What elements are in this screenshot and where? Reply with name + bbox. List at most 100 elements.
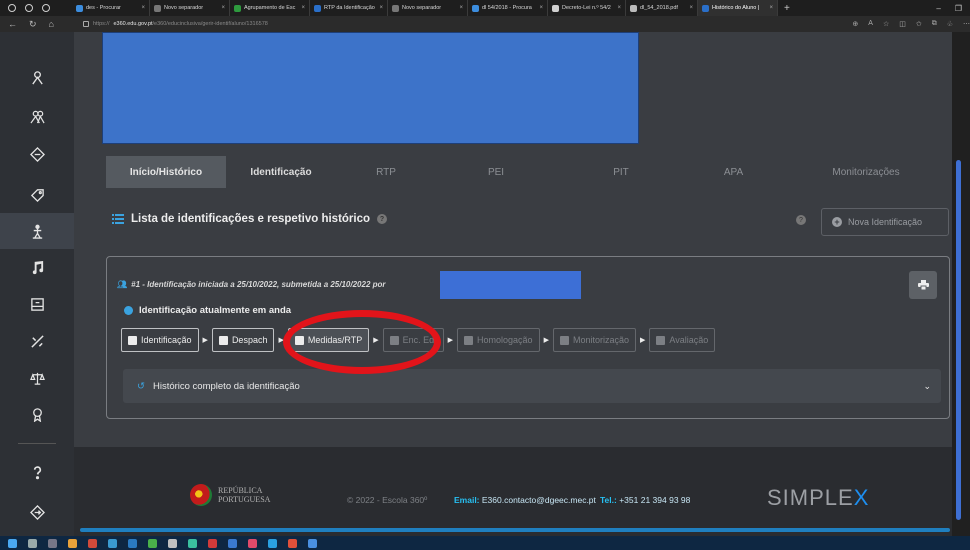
extensions-icon[interactable]: ♧ — [947, 20, 953, 28]
read-aloud-icon[interactable]: A — [868, 20, 873, 28]
browser-tab[interactable]: Novo separador × — [150, 0, 230, 16]
help-icon[interactable]: ? — [377, 214, 388, 224]
horizontal-scrollbar[interactable] — [80, 528, 950, 532]
sidebar-user-icon[interactable] — [0, 59, 74, 95]
tab-rtp[interactable]: RTP — [336, 156, 436, 188]
browser-tab[interactable]: Novo separador × — [388, 0, 468, 16]
print-icon — [917, 280, 929, 290]
step-avalia-o-button: Avaliação — [649, 328, 716, 352]
sidebar-music-icon[interactable] — [0, 249, 74, 285]
app-icon-4[interactable] — [128, 538, 137, 548]
favorites-icon[interactable]: ✩ — [916, 20, 922, 28]
tab-apa[interactable]: APA — [686, 156, 781, 188]
restore-icon[interactable]: ❐ — [955, 4, 962, 13]
window-controls: – ❐ — [936, 4, 970, 13]
close-tab-icon[interactable]: × — [379, 5, 383, 11]
app-icon-8[interactable] — [208, 538, 217, 548]
minimize-icon[interactable]: – — [936, 4, 940, 13]
browser-tab[interactable]: RTP da Identificação × — [310, 0, 388, 16]
app-icon-7[interactable] — [188, 538, 197, 548]
workspaces-icon[interactable] — [25, 4, 33, 12]
clock-icon — [124, 306, 133, 315]
app-icon-1[interactable] — [68, 538, 77, 548]
sidebar-help-icon[interactable] — [0, 454, 74, 490]
new-tab-button[interactable]: + — [778, 3, 796, 14]
help-icon-secondary[interactable]: ? — [796, 215, 806, 225]
app-icon-13[interactable] — [308, 538, 317, 548]
tab-in-cio-hist-rico[interactable]: Início/Histórico — [106, 156, 226, 188]
tab-actions-icon[interactable] — [42, 4, 50, 12]
browser-tab[interactable]: Decreto-Lei n.º 54/2 × — [548, 0, 626, 16]
status-text: Identificação atualmente em anda — [139, 305, 292, 316]
sidebar-tag-icon[interactable] — [0, 176, 74, 212]
close-tab-icon[interactable]: × — [617, 5, 621, 11]
browser-tab[interactable]: dl 54/2018 - Procura × — [468, 0, 548, 16]
app-icon-5[interactable] — [148, 538, 157, 548]
app-sidebar — [0, 32, 74, 536]
collections-icon[interactable]: ⧉ — [932, 20, 937, 28]
app-icon-9[interactable] — [228, 538, 237, 548]
split-screen-icon[interactable]: ◫ — [899, 20, 906, 28]
sidebar-logout-icon[interactable] — [0, 494, 74, 530]
browser-tab-label: des - Procurar — [86, 5, 121, 11]
close-tab-icon[interactable]: × — [539, 5, 543, 11]
step-identifica-o-button[interactable]: Identificação — [121, 328, 199, 352]
history-accordion[interactable]: ↺ Histórico completo da identificação ⌄ — [123, 369, 941, 403]
browser-tab[interactable]: Histórico do Aluno | × — [698, 0, 778, 16]
browser-tabs: des - Procurar × Novo separador × Agrupament… — [72, 0, 778, 16]
tab-pit[interactable]: PIT — [556, 156, 686, 188]
browser-tab-label: dl_54_2018.pdf — [640, 5, 678, 11]
profile-icon[interactable] — [8, 4, 16, 12]
close-tab-icon[interactable]: × — [221, 5, 225, 11]
browser-tab-label: Agrupamento de Esc — [244, 5, 296, 11]
browser-tab[interactable]: Agrupamento de Esc × — [230, 0, 310, 16]
start-icon[interactable] — [8, 538, 17, 548]
print-button[interactable] — [909, 271, 937, 299]
window-icons — [0, 4, 72, 12]
tab-monitoriza-es[interactable]: Monitorizações — [781, 156, 951, 188]
browser-tab[interactable]: des - Procurar × — [72, 0, 150, 16]
browser-tab[interactable]: dl_54_2018.pdf × — [626, 0, 698, 16]
new-identification-button[interactable]: + Nova Identificação — [821, 208, 949, 236]
app-icon-11[interactable] — [268, 538, 277, 548]
close-tab-icon[interactable]: × — [141, 5, 145, 11]
close-tab-icon[interactable]: × — [769, 5, 773, 11]
sidebar-balance-icon[interactable] — [0, 360, 74, 396]
close-tab-icon[interactable]: × — [301, 5, 305, 11]
app-icon-12[interactable] — [288, 538, 297, 548]
sidebar-diamond-icon[interactable] — [0, 136, 74, 172]
sidebar-users-icon[interactable] — [0, 98, 74, 134]
step-arrow-icon: ▶ — [202, 337, 208, 344]
vertical-scrollbar[interactable] — [956, 160, 961, 520]
sidebar-award-icon[interactable] — [0, 396, 74, 432]
url-path: /e360/educinclusiva/gerir-identif/aluno/… — [152, 21, 268, 27]
more-icon[interactable]: ⋯ — [963, 20, 970, 28]
favorite-star-icon[interactable]: ☆ — [883, 20, 889, 28]
app-icon-2[interactable] — [88, 538, 97, 548]
back-icon[interactable]: ← — [8, 19, 17, 30]
app-icon-3[interactable] — [108, 538, 117, 548]
app-icon-6[interactable] — [168, 538, 177, 548]
sidebar-tools-icon[interactable] — [0, 323, 74, 359]
tab-pei[interactable]: PEI — [436, 156, 556, 188]
zoom-icon[interactable]: ⊕ — [852, 20, 858, 28]
step-arrow-icon: ▶ — [447, 337, 454, 344]
close-tab-icon[interactable]: × — [689, 5, 693, 11]
nav-buttons: ← ↻ ⌂ — [0, 19, 83, 30]
step-despach-button[interactable]: Despach — [211, 328, 275, 352]
home-icon[interactable]: ⌂ — [49, 19, 54, 30]
reload-icon[interactable]: ↻ — [29, 19, 37, 30]
sidebar-inclusive-education-icon[interactable] — [0, 213, 74, 249]
republica-line1: REPÚBLICA — [218, 486, 263, 495]
email-value[interactable]: E360.contacto@dgeec.mec.pt — [482, 495, 596, 505]
tab-identifica-o[interactable]: Identificação — [226, 156, 336, 188]
tab-favicon-icon — [702, 4, 709, 12]
url-field[interactable]: https://e360.edu.gov.pt/e360/educinclusi… — [82, 21, 852, 27]
app-icon-10[interactable] — [248, 538, 257, 548]
identification-line: 👥︎ #1 - Identificação iniciada a 25/10/2… — [117, 280, 386, 289]
step-label: Monitorização — [572, 335, 629, 345]
sidebar-archive-icon[interactable] — [0, 286, 74, 322]
task-view-icon[interactable] — [48, 538, 57, 548]
close-tab-icon[interactable]: × — [459, 5, 463, 11]
search-icon[interactable] — [28, 538, 37, 548]
